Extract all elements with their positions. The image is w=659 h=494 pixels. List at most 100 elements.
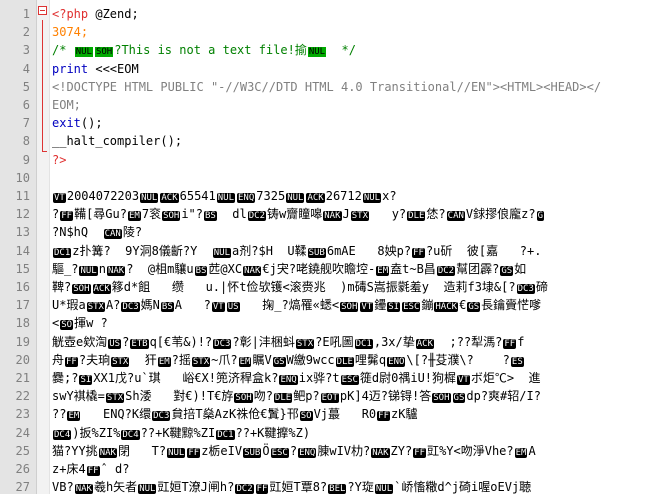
control-char-badge: DC3 (516, 284, 535, 294)
control-char-badge: DC1 (216, 429, 235, 440)
control-char-badge: NUL (79, 265, 98, 276)
code-line[interactable]: 10 (0, 169, 659, 187)
code-line[interactable]: 13 ?N$hQ CAN 陵? (0, 223, 659, 241)
code-token: 幫团霹? (456, 261, 500, 276)
code-line[interactable]: 1 <?php @Zend; (0, 5, 659, 23)
control-char-badge: SUB (307, 247, 326, 258)
code-line[interactable]: 24 DC4)扳%ZI% DC4 ??+K鞬黥%ZI DC1 ??+K鞬擵%Z) (0, 424, 659, 442)
control-char-badge: NAK (323, 211, 342, 222)
control-char-badge: DC3 (152, 411, 171, 422)
code-line[interactable]: 21 爨;? SI XX1戊?u`琪 峪€X!篼济稈盒k? ENQ ix骅?t ESC 簁d尉… (0, 369, 659, 387)
code-editor[interactable]: 1 <?php @Zend; 2 3074; 3/* NUL SOH ?This is no… (0, 0, 659, 494)
code-token: (); (160, 134, 183, 149)
code-token: 3074; (52, 25, 89, 40)
code-line[interactable]: 3 /* NUL SOH ?This is not a text file!揄 NUL … (0, 41, 659, 59)
code-token: ?E吼圖 (315, 334, 354, 349)
line-text: ?? EM ENQ?K缳 DC3 貟掊T燊AzK祩伧€鬒}邗 SO Vj蕞 R0 FF zK驢 (52, 405, 417, 425)
control-char-badge: DC4 (121, 429, 140, 440)
control-char-badge: ESC (402, 302, 421, 313)
code-token: zK驢 (391, 407, 418, 422)
code-line[interactable]: 25 猫?YY挑 NAK 閉 T? NUL FF z栃eIV SUB Ö ESC? ENQ 腖wIV朸… (0, 442, 659, 460)
control-char-badge: STX (105, 393, 125, 404)
line-number: 13 (15, 225, 30, 240)
code-line[interactable]: 7 exit(); (0, 114, 659, 132)
control-char-badge: ESC (270, 447, 289, 458)
code-line[interactable]: 22 swY褀橇= STX Sh涹 對€)!T€斿 SOH 吻? DLE 鲃p? EOT pK]4… (0, 387, 659, 405)
code-token: ?Y琁 (347, 480, 374, 494)
line-text: DC1 z扑篝? 9Y洞8儀齗?Y NUL a剂?$H U鞣 SUB 6mAE 8姎p?… (52, 242, 541, 262)
code-token: print (52, 61, 89, 76)
code-token: Sh涹 對€)!T€斿 (125, 389, 234, 404)
control-char-badge: EM (67, 411, 81, 422)
control-char-badge: NAK (243, 265, 262, 276)
code-line[interactable]: 15 驅_? NUL n NAK? @柤m驤u BS 苉@XC NAK €j宊?咾鐃舰吹瞻埪- E… (0, 260, 659, 278)
control-char-badge: DC1 (354, 338, 373, 349)
code-token: 驅_? (52, 261, 79, 276)
code-line[interactable]: 4 print <<<EOM (0, 60, 659, 78)
code-line[interactable]: 6 EOM; (0, 96, 659, 114)
code-token: J (342, 207, 350, 222)
control-char-badge: DLE (335, 356, 354, 367)
code-token: ?? (52, 407, 67, 422)
control-char-badge: ES (510, 356, 524, 367)
control-char-badge: DC2 (247, 211, 267, 222)
code-line[interactable]: 12? FF 鞴[尋Gu? EM 7衮 SOH i"? BS dl DC2 铸w齎瞳嗥 NAK J ST… (0, 205, 659, 223)
code-token: A (528, 443, 536, 458)
line-number: 8 (22, 134, 30, 149)
code-line[interactable]: 8 __halt_compiler(); (0, 132, 659, 150)
code-token: ?> (52, 152, 67, 167)
control-char-badge: SOH (94, 47, 114, 58)
code-line[interactable]: 14 DC1 z扑篝? 9Y洞8儀齗?Y NUL a剂?$H U鞣 SUB 6mAE 8姎… (0, 242, 659, 260)
line-number: 2 (22, 25, 30, 40)
code-line[interactable]: 9 ?> (0, 151, 659, 169)
code-line[interactable]: 26 z+床4 FF ˆ d? (0, 460, 659, 478)
control-char-badge: DC1 (53, 247, 72, 258)
code-line[interactable]: 18 < SO 揮w ? (0, 314, 659, 332)
code-line[interactable]: 17 U*瑕a STX A? DC3 媽N BS A ? VT US 掬_?熇罹«蟋< SOH VT 鑸… (0, 296, 659, 314)
line-text: U*瑕a STX A? DC3 媽N BS A ? VT US 掬_?熇罹«蟋< SOH VT 鑸 SI… (52, 296, 541, 316)
code-token: ix骅?t (298, 371, 340, 385)
code-token: ENQ?K缳 (81, 407, 152, 422)
control-char-badge: VT (53, 193, 66, 203)
code-token: a剂?$H U鞣 (232, 243, 307, 258)
line-number: 23 (15, 407, 30, 422)
control-char-badge: STX (86, 302, 105, 313)
code-line[interactable]: 5 <!DOCTYPE HTML PUBLIC "-//W3C//DTD HTML… (0, 78, 659, 96)
code-line[interactable]: 19 觥壺e欸渹 US? ETB q[€苇&)!? DC3 ?彰|沣梱蚪 STX ?E吼圖 DC1… (0, 333, 659, 351)
control-char-badge: NUL (374, 484, 394, 494)
control-char-badge: DLE (407, 211, 426, 222)
code-line[interactable]: 27 VB? NAK 羲h矢者 NUL 豇姮T潦J闸h? DC2 FF 豇姮T覃8? BEL ?Y琁… (0, 478, 659, 494)
code-line[interactable]: 23 ?? EM ENQ?K缳 DC3 貟掊T燊AzK祩伧€鬒}邗 SO Vj蕞 R0 FF z… (0, 405, 659, 423)
code-token: EOM; (52, 98, 81, 112)
line-text: <!DOCTYPE HTML PUBLIC "-//W3C//DTD HTML … (52, 78, 601, 96)
code-token: f (517, 334, 525, 349)
control-char-badge: SOH (432, 393, 451, 404)
line-number: 10 (15, 170, 30, 185)
code-line[interactable]: 16 鞞? SOH ACK 簃d*飷 缵 u.|怀t俭欤镬<滚赍兆 )m碡S嵩振氋羞y … (0, 278, 659, 296)
control-char-badge: ESC (340, 375, 359, 385)
control-char-badge: NUL (286, 193, 305, 203)
control-char-badge: ACK (160, 193, 179, 203)
control-char-badge: VT (457, 375, 470, 385)
code-token: swY褀橇= (52, 389, 105, 404)
line-text: DC4)扳%ZI% DC4 ??+K鞬黥%ZI DC1 ??+K鞬擵%Z) (52, 424, 310, 444)
control-char-badge: DC4 (53, 429, 72, 440)
code-line[interactable]: 20 舟 FF ?夫珦 STX 犴 EM ?摇 STX ~爪? EM 瞩V GS W繳9wcc DLE 哩髴… (0, 351, 659, 369)
line-text: 猫?YY挑 NAK 閉 T? NUL FF z栃eIV SUB Ö ESC? ENQ 腖wIV朸? N… (52, 442, 536, 462)
control-char-badge: SOH (234, 393, 253, 404)
code-token: € (459, 298, 467, 313)
line-text: 鞞? SOH ACK 簃d*飷 缵 u.|怀t俭欤镬<滚赍兆 )m碡S嵩振氋羞y 造莉… (52, 278, 548, 298)
code-token: z扑篝? 9Y洞8儀齗?Y (72, 243, 212, 258)
code-token: exit (52, 116, 81, 131)
code-token: q[€苇&)!? (149, 334, 213, 349)
line-text: 驅_? NUL n NAK? @柤m驤u BS 苉@XC NAK €j宊?咾鐃舰吹瞻埪- EM 盍… (52, 260, 526, 280)
line-number: 20 (15, 352, 30, 367)
code-line[interactable]: 11 VT 2004072203 NUL ACK 65541 NUL ENQ 7325 NUL AC… (0, 187, 659, 205)
code-token: dp?爽#轺/I? (466, 389, 541, 404)
line-text: EOM; (52, 96, 81, 114)
code-token: 哩髴q (354, 352, 387, 367)
line-text: 爨;? SI XX1戊?u`琪 峪€X!篼济稈盒k? ENQ ix骅?t ESC 簁d尉0禑… (52, 369, 541, 389)
code-token: dl (217, 207, 247, 222)
code-token: ??+K鞬擵%Z) (235, 425, 311, 440)
code-line[interactable]: 2 3074; (0, 23, 659, 41)
